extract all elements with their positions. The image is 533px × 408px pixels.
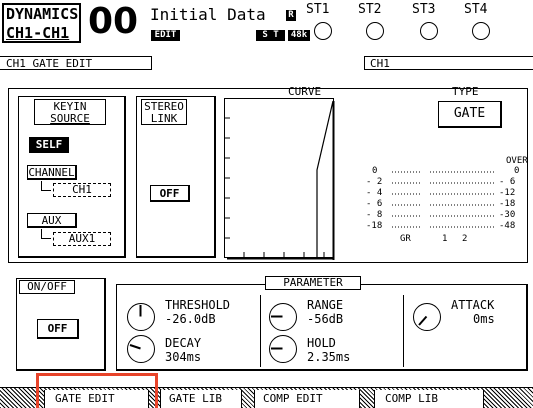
meter-left-6: - 6 [366,199,383,209]
st4-knob-icon[interactable] [472,22,490,40]
module-title: DYNAMICS CH1-CH1 [2,3,81,43]
range-knob-icon[interactable] [269,303,297,331]
meter-right-6: - 6 [499,177,516,187]
header: DYNAMICS CH1-CH1 00 Initial Data EDIT R … [0,0,533,46]
param-divider-1 [260,295,261,367]
threshold-knob-icon[interactable] [127,303,155,331]
attack-knob-icon[interactable] [413,303,441,331]
param-divider-2 [403,295,404,367]
channel-button[interactable]: CHANNEL [27,165,77,180]
meter-over-label: OVER [506,156,528,166]
channel-label: CH1 [370,57,390,70]
range-value: -56dB [307,312,344,326]
parameter-section: PARAMETER THRESHOLD -26.0dB DECAY 304ms … [116,276,528,371]
channel-select[interactable]: CH1 [53,183,111,197]
r-badge: R [286,10,296,21]
hold-value: 2.35ms [307,350,351,364]
attack-value: 0ms [473,312,495,326]
st1-label: ST1 [306,2,330,17]
tab-gate-lib[interactable]: GATE LIB [160,390,242,408]
tab-gate-lib-label: GATE LIB [169,392,222,405]
decay-knob-icon[interactable] [127,335,155,363]
aux-branch-line [41,229,51,239]
stereo-link-title: STEREO LINK [141,99,187,125]
decay-value: 304ms [165,350,202,364]
st1-knob-icon[interactable] [314,22,332,40]
type-title: TYPE [452,85,479,98]
tab-comp-lib-label: COMP LIB [385,392,438,405]
curve-graph [224,98,342,260]
st-knob-group: ST1 ST2 ST3 ST4 [302,0,533,46]
on-off-button[interactable]: OFF [37,319,79,339]
st4-label: ST4 [464,2,488,17]
module-title-line1: DYNAMICS [6,5,79,23]
threshold-value: -26.0dB [165,312,216,326]
hold-knob-icon[interactable] [269,335,297,363]
meter-gr-label: GR [400,234,411,244]
on-off-title: ON/OFF [19,280,75,294]
tab-comp-lib[interactable]: COMP LIB [374,390,484,408]
st2-label: ST2 [358,2,382,17]
meter-left-0: 0 [372,166,378,176]
page-label: CH1 GATE EDIT [6,57,93,70]
meter-dots [392,171,504,231]
st-badge: S T [256,30,285,41]
keyin-title-line2: SOURCE [50,112,90,125]
meter-right-0: 0 [514,166,520,176]
channel-label-frame: CH1 [364,56,533,70]
tab-comp-edit[interactable]: COMP EDIT [254,390,360,408]
scene-number: 00 [88,1,139,42]
aux-select[interactable]: AUX1 [53,232,111,246]
range-label: RANGE [307,298,344,312]
stereo-title-line2: LINK [150,112,178,125]
meter-left-8: - 8 [366,210,383,220]
keyin-source-section: KEYIN SOURCE SELF CHANNEL CH1 AUX AUX1 [18,96,126,258]
curve-title: CURVE [288,85,322,98]
st3-knob-icon[interactable] [420,22,438,40]
subheader: CH1 GATE EDIT CH1 [0,56,533,74]
gr-meter: OVER 0 - 2 - 4 - 6 - 8 -18 0 - 6 -12 -18… [358,154,528,254]
st3-label: ST3 [412,2,436,17]
attack-label: ATTACK [451,298,495,312]
meter-left-18: -18 [366,221,383,231]
parameter-title: PARAMETER [265,276,361,290]
page-label-frame: CH1 GATE EDIT [0,56,152,70]
meter-left-4: - 4 [366,188,383,198]
aux-button[interactable]: AUX [27,213,77,228]
keyin-title: KEYIN SOURCE [34,99,106,125]
active-tab-highlight [36,373,158,408]
type-selector[interactable]: GATE [438,101,502,128]
stereo-link-section: STEREO LINK OFF [136,96,216,258]
hold-label: HOLD [307,336,336,350]
meter-right-48: -48 [499,221,516,231]
self-button[interactable]: SELF [29,137,69,153]
scene-name: Initial Data [150,5,266,24]
meter-right-30: -30 [499,210,516,220]
meter-left-2: - 2 [366,177,383,187]
module-title-line2: CH1-CH1 [6,24,70,42]
edit-badge: EDIT [151,30,180,41]
stereo-link-button[interactable]: OFF [150,185,190,202]
on-off-section: ON/OFF OFF [16,278,106,371]
meter-right-12: -12 [499,188,516,198]
tab-comp-edit-label: COMP EDIT [263,392,323,405]
meter-ch2-label: 2 [462,234,468,244]
meter-ch1-label: 1 [442,234,448,244]
threshold-label: THRESHOLD [165,298,231,312]
decay-label: DECAY [165,336,202,350]
st2-knob-icon[interactable] [366,22,384,40]
channel-branch-line [41,181,51,191]
curve-svg [224,98,335,260]
meter-right-18: -18 [499,199,516,209]
